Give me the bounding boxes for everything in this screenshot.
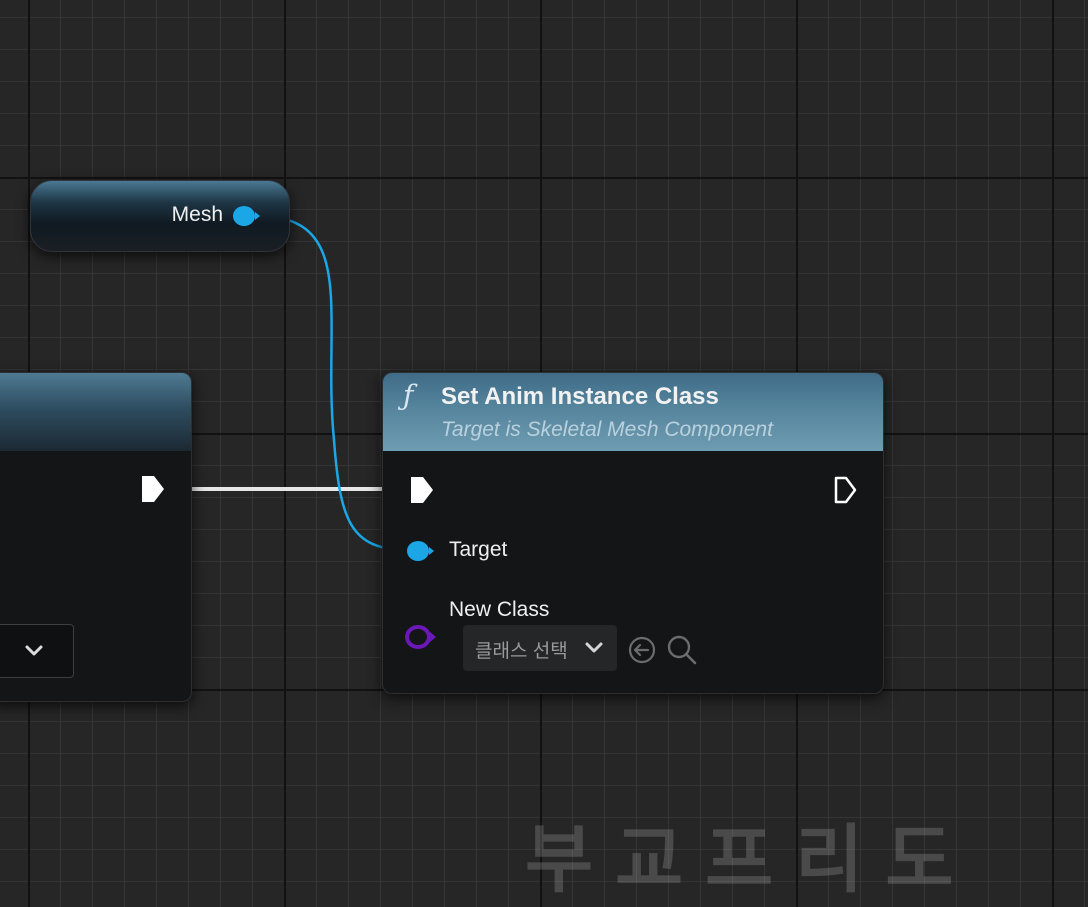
exec-in-pin-icon[interactable] <box>409 475 435 505</box>
search-icon[interactable] <box>665 633 699 667</box>
function-node-header: ƒ Set Anim Instance Class Target is Skel… <box>383 373 883 451</box>
chevron-down-icon <box>25 645 43 656</box>
left-node-dropdown[interactable] <box>0 624 74 678</box>
left-node-header <box>0 373 191 451</box>
function-icon: ƒ <box>403 379 414 412</box>
new-class-label: New Class <box>449 598 550 621</box>
chevron-down-icon <box>585 642 603 653</box>
class-select-dropdown[interactable]: 클래스 선택 <box>463 625 617 671</box>
node-title: Set Anim Instance Class <box>441 383 719 410</box>
set-anim-instance-class-node[interactable]: ƒ Set Anim Instance Class Target is Skel… <box>382 372 884 694</box>
mesh-variable-node[interactable]: Mesh <box>30 180 290 252</box>
use-selected-asset-icon[interactable] <box>627 635 657 665</box>
class-select-value: 클래스 선택 <box>475 641 568 662</box>
target-label: Target <box>449 538 508 561</box>
target-pin-icon[interactable] <box>407 541 434 561</box>
variable-label: Mesh <box>171 203 223 226</box>
mesh-output-pin-icon[interactable] <box>233 206 260 226</box>
exec-out-pin-icon[interactable] <box>833 475 859 505</box>
exec-out-pin-icon[interactable] <box>140 474 166 504</box>
node-subtitle: Target is Skeletal Mesh Component <box>441 418 773 441</box>
class-pin-icon[interactable] <box>405 625 436 649</box>
